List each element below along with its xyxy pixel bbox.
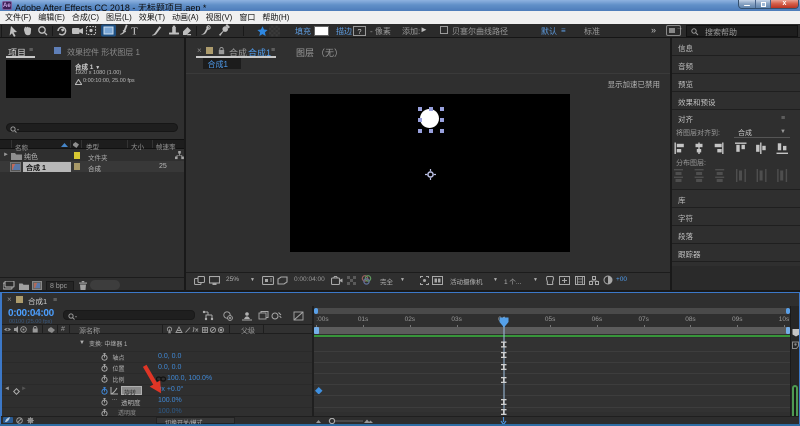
svg-text:T: T [131, 26, 138, 38]
